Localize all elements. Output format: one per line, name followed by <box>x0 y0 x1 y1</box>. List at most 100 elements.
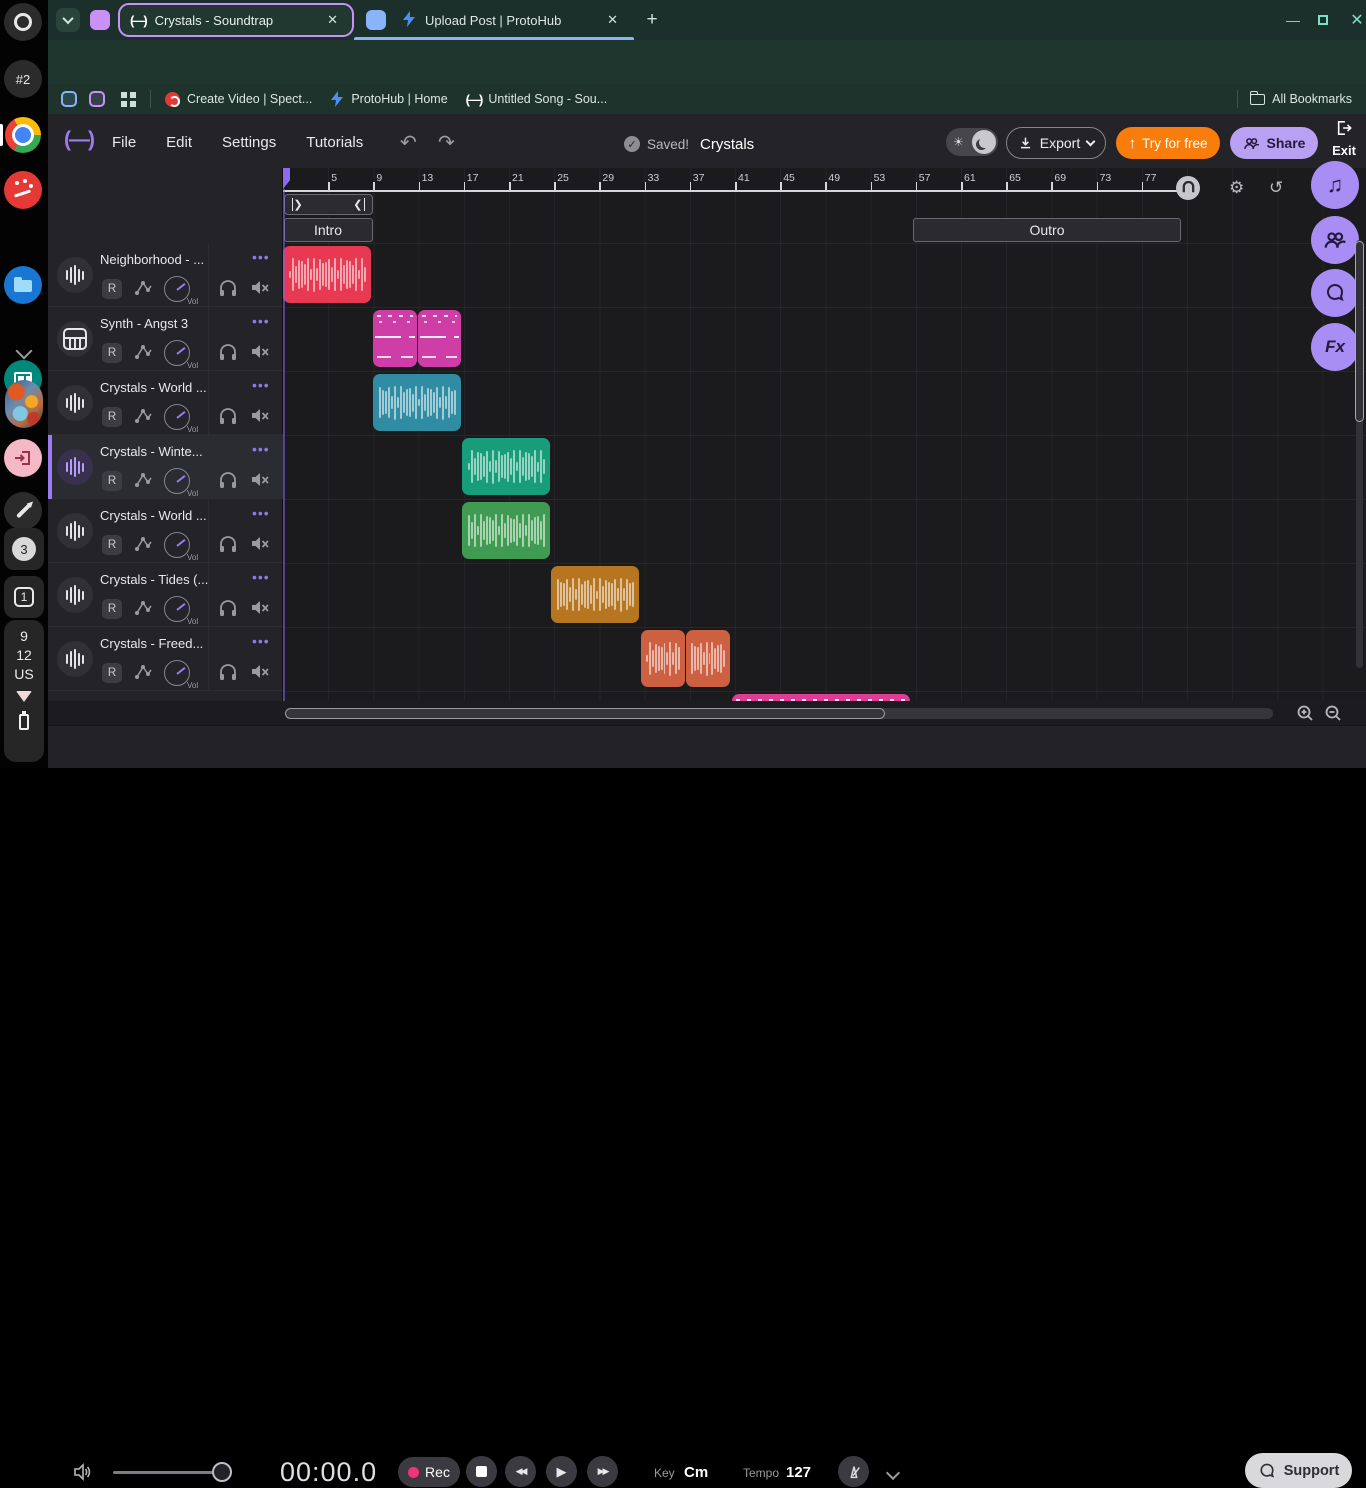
export-button[interactable]: Export <box>1006 127 1106 159</box>
clip-segment[interactable] <box>732 694 910 701</box>
loop-region[interactable]: ❯ ❮ <box>284 194 373 215</box>
comments-panel-button[interactable] <box>1311 269 1359 317</box>
menu-edit[interactable]: Edit <box>166 134 192 151</box>
menu-settings[interactable]: Settings <box>222 134 276 151</box>
close-button[interactable]: ✕ <box>1344 7 1366 33</box>
audio-track-icon[interactable] <box>57 641 93 677</box>
zoom-out-icon[interactable] <box>1323 703 1343 723</box>
track-menu-button[interactable]: ••• <box>252 377 270 393</box>
master-volume-slider[interactable] <box>113 1471 223 1474</box>
mute-button[interactable] <box>250 535 270 557</box>
soundtrap-logo[interactable]: (—) <box>64 128 93 152</box>
audio-clip[interactable] <box>641 630 730 687</box>
track-menu-button[interactable]: ••• <box>252 441 270 457</box>
badge-1[interactable]: 1 <box>4 576 44 618</box>
audio-clip[interactable] <box>462 502 550 559</box>
audio-track-icon[interactable] <box>57 577 93 613</box>
track-menu-button[interactable]: ••• <box>252 569 270 585</box>
volume-knob[interactable]: Vol <box>164 340 190 366</box>
audio-track-icon[interactable] <box>57 385 93 421</box>
effects-panel-button[interactable]: Fx <box>1311 323 1359 371</box>
play-button[interactable]: ▶ <box>546 1456 577 1487</box>
master-volume-knob[interactable] <box>212 1462 232 1482</box>
tab-group-bookmark-blue[interactable] <box>61 91 77 107</box>
track-name[interactable]: Neighborhood - ... <box>100 252 204 267</box>
menu-tutorials[interactable]: Tutorials <box>306 134 363 151</box>
bookmark-create-video[interactable]: Create Video | Spect... <box>165 92 312 107</box>
volume-knob[interactable]: Vol <box>164 532 190 558</box>
audio-track-icon[interactable] <box>57 449 93 485</box>
sign-in-icon[interactable] <box>4 439 42 477</box>
master-volume-icon[interactable] <box>72 1462 92 1482</box>
track-row[interactable]: Crystals - World ... ••• R Vol <box>48 371 283 435</box>
volume-knob[interactable]: Vol <box>164 276 190 302</box>
automation-button[interactable] <box>134 407 154 430</box>
automation-button[interactable] <box>134 343 154 366</box>
bookmarks-apps-icon[interactable] <box>121 92 136 107</box>
bookmark-protohub-home[interactable]: ProtoHub | Home <box>330 91 447 107</box>
section-outro[interactable]: Outro <box>913 218 1181 242</box>
audio-track-icon[interactable] <box>57 513 93 549</box>
solo-headphones-button[interactable] <box>218 343 238 366</box>
record-arm-button[interactable]: R <box>102 471 122 491</box>
track-name[interactable]: Crystals - Winte... <box>100 444 203 459</box>
clip-segment[interactable] <box>551 566 639 623</box>
workspace-badge[interactable]: #2 <box>4 60 42 98</box>
new-tab-button[interactable]: + <box>640 8 664 32</box>
loop-start-bracket-icon[interactable]: ❯ <box>292 198 303 211</box>
all-bookmarks-button[interactable]: All Bookmarks <box>1250 92 1352 106</box>
tab-search-button[interactable] <box>56 8 80 32</box>
zoom-in-icon[interactable] <box>1295 703 1315 723</box>
record-arm-button[interactable]: R <box>102 279 122 299</box>
track-row[interactable]: Crystals - Freed... ••• R Vol <box>48 627 283 691</box>
record-arm-button[interactable]: R <box>102 663 122 683</box>
bookmark-untitled-song[interactable]: (—) Untitled Song - Sou... <box>466 92 608 107</box>
tab-group-chip-purple[interactable] <box>90 10 110 30</box>
clip-segment[interactable] <box>373 374 461 431</box>
track-menu-button[interactable]: ••• <box>252 633 270 649</box>
try-for-free-button[interactable]: ↑ Try for free <box>1116 127 1220 159</box>
track-name[interactable]: Crystals - World ... <box>100 508 207 523</box>
volume-knob[interactable]: Vol <box>164 404 190 430</box>
tab-close-icon[interactable]: ✕ <box>323 10 342 30</box>
clip-segment[interactable] <box>462 502 550 559</box>
mute-button[interactable] <box>250 279 270 301</box>
midi-clip[interactable] <box>373 310 461 367</box>
menu-file[interactable]: File <box>112 134 136 151</box>
track-name[interactable]: Synth - Angst 3 <box>100 316 188 331</box>
record-arm-button[interactable]: R <box>102 407 122 427</box>
files-app-icon[interactable] <box>4 266 42 304</box>
tab-upload-post-protohub[interactable]: Upload Post | ProtoHub ✕ <box>354 3 634 37</box>
track-row[interactable]: Crystals - World ... ••• R Vol <box>48 499 283 563</box>
track-row[interactable]: Synth - Angst 3 ••• R Vol <box>48 307 283 371</box>
volume-knob[interactable]: Vol <box>164 468 190 494</box>
launcher-icon[interactable] <box>4 3 42 41</box>
restore-button[interactable] <box>1310 7 1336 33</box>
vertical-scrollbar-thumb[interactable] <box>1355 241 1364 422</box>
tab-close-icon[interactable]: ✕ <box>603 10 622 30</box>
horizontal-scrollbar-track[interactable] <box>285 708 1273 719</box>
solo-headphones-button[interactable] <box>218 471 238 494</box>
record-button[interactable]: Rec <box>398 1457 460 1487</box>
loop-end-bracket-icon[interactable]: ❮ <box>353 198 364 211</box>
minimize-button[interactable]: — <box>1280 7 1306 33</box>
audio-track-icon[interactable] <box>57 257 93 293</box>
automation-button[interactable] <box>134 663 154 686</box>
track-menu-button[interactable]: ••• <box>252 505 270 521</box>
stop-button[interactable] <box>466 1456 497 1487</box>
status-tray[interactable]: 9 12 US <box>4 620 44 762</box>
solo-headphones-button[interactable] <box>218 663 238 686</box>
project-title[interactable]: Crystals <box>700 136 754 153</box>
clip-segment[interactable] <box>641 630 685 687</box>
tempo-value[interactable]: 127 <box>786 1464 811 1481</box>
track-row[interactable]: Neighborhood - ... ••• R Vol <box>48 243 283 307</box>
track-row[interactable]: Crystals - Winte... ••• R Vol <box>48 435 283 499</box>
loop-toggle-icon[interactable]: ↺ <box>1269 178 1283 198</box>
midi-clip[interactable] <box>732 694 910 701</box>
audio-clip[interactable] <box>551 566 639 623</box>
record-arm-button[interactable]: R <box>102 535 122 555</box>
undo-button[interactable]: ↶ <box>400 130 417 155</box>
volume-knob[interactable]: Vol <box>164 660 190 686</box>
automation-button[interactable] <box>134 471 154 494</box>
fast-forward-button[interactable]: ▶▶ <box>587 1456 618 1487</box>
